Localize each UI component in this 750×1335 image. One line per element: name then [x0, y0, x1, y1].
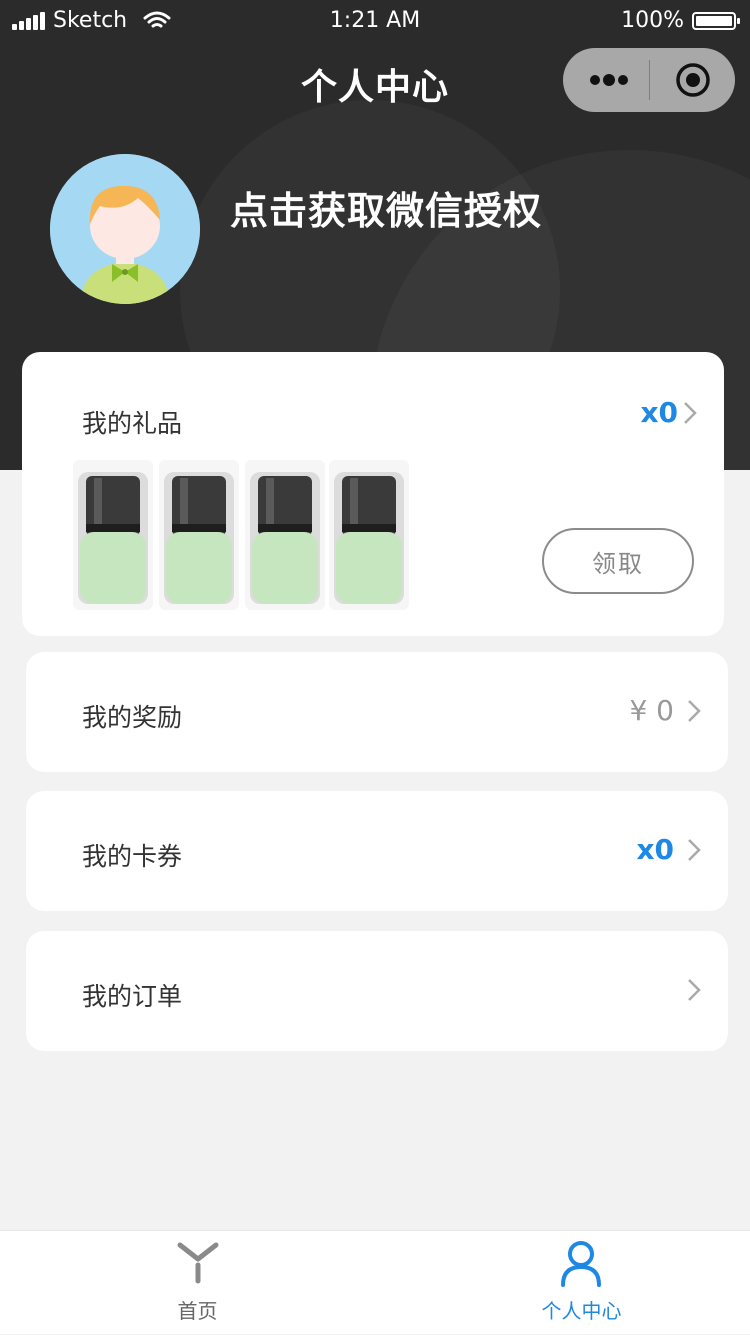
- miniprogram-capsule: [563, 48, 735, 112]
- gift-count[interactable]: x0: [640, 396, 678, 429]
- chevron-right-icon: [688, 839, 701, 861]
- status-bar: Sketch 1:21 AM 100%: [0, 0, 750, 40]
- tab-profile[interactable]: 个人中心: [394, 1231, 750, 1335]
- gift-label: 我的礼品: [82, 409, 183, 438]
- gift-card: 我的礼品 x0 领取: [22, 352, 724, 636]
- capsule-divider: [649, 60, 650, 100]
- menu-item-rewards[interactable]: 我的奖励 ¥ 0: [26, 652, 728, 772]
- vape-pod-image: [329, 460, 409, 610]
- chevron-right-icon[interactable]: [682, 400, 698, 426]
- gift-pods: [72, 460, 412, 610]
- menu-item-orders[interactable]: 我的订单: [26, 931, 728, 1051]
- vape-pod-image: [73, 460, 153, 610]
- tab-label: 首页: [177, 1299, 218, 1323]
- vape-pod-image: [245, 460, 325, 610]
- menu-item-label: 我的订单: [82, 982, 183, 1011]
- tab-bar: 首页 个人中心: [0, 1230, 750, 1334]
- vape-pod-image: [159, 460, 239, 610]
- user-icon: [561, 1241, 601, 1287]
- chevron-right-icon: [688, 979, 701, 1001]
- tab-home[interactable]: 首页: [10, 1231, 385, 1335]
- cartoon-avatar-icon: [50, 154, 200, 304]
- rewards-value: ¥ 0: [629, 694, 674, 727]
- more-dots-icon[interactable]: [589, 70, 629, 90]
- target-circle-icon[interactable]: [675, 62, 711, 98]
- menu-item-label: 我的奖励: [82, 703, 183, 732]
- tab-label: 个人中心: [541, 1299, 622, 1323]
- battery-icon: [692, 11, 740, 30]
- wechat-auth-prompt[interactable]: 点击获取微信授权: [230, 180, 542, 235]
- menu-item-coupons[interactable]: 我的卡券 x0: [26, 791, 728, 911]
- chevron-right-icon: [688, 700, 701, 722]
- claim-button[interactable]: 领取: [542, 528, 694, 594]
- menu-item-label: 我的卡券: [82, 842, 183, 871]
- avatar[interactable]: [50, 154, 200, 304]
- battery-percent: 100%: [621, 8, 684, 33]
- y-logo-icon: [177, 1242, 219, 1284]
- coupons-count: x0: [636, 833, 674, 866]
